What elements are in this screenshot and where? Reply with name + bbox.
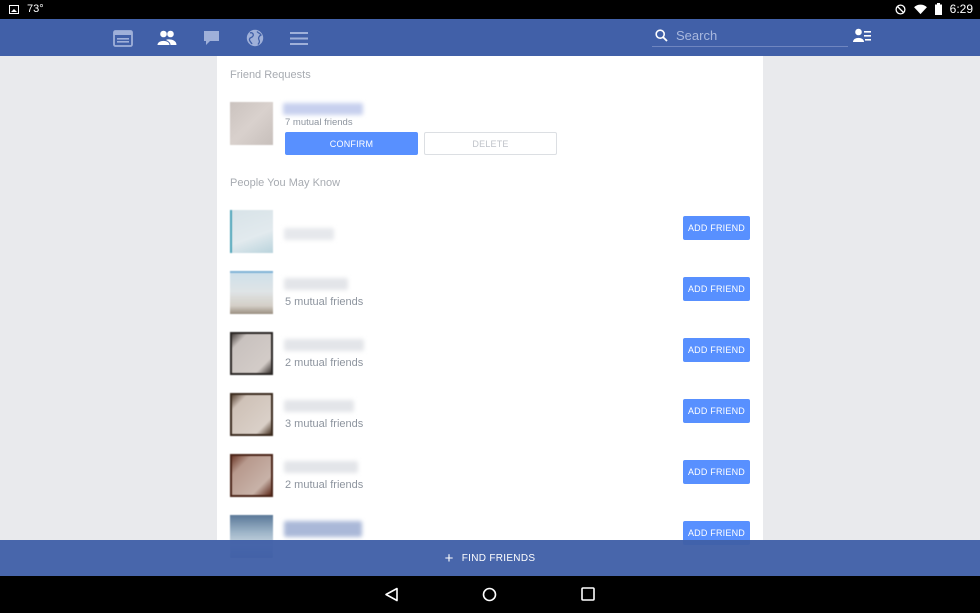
image-icon: [9, 4, 19, 14]
temperature: 73°: [27, 3, 44, 15]
search-placeholder: Search: [676, 28, 718, 43]
add-friend-button[interactable]: ADD FRIEND: [683, 399, 750, 423]
find-friends-button[interactable]: + FIND FRIENDS: [0, 540, 980, 576]
top-nav-bar: Search: [0, 19, 980, 56]
friends-icon[interactable]: [156, 27, 178, 49]
status-bar: 73° 6:29: [0, 0, 980, 19]
friend-requests-icon[interactable]: [853, 28, 871, 48]
avatar[interactable]: [230, 454, 273, 497]
news-feed-icon[interactable]: [112, 27, 134, 49]
list-item: 3 mutual friends ADD FRIEND: [217, 390, 763, 440]
avatar[interactable]: [230, 271, 273, 314]
friends-panel: Friend Requests 7 mutual friends CONFIRM…: [217, 56, 763, 576]
friend-requests-heading: Friend Requests: [230, 69, 311, 81]
wifi-icon: [913, 4, 927, 14]
people-you-may-know-heading: People You May Know: [230, 177, 341, 189]
battery-icon: [934, 3, 942, 15]
person-name[interactable]: [284, 278, 348, 290]
list-item: 2 mutual friends ADD FRIEND: [217, 451, 763, 501]
person-name[interactable]: [284, 228, 334, 240]
avatar[interactable]: [230, 210, 273, 253]
search-input[interactable]: Search: [652, 25, 848, 47]
person-name[interactable]: [284, 400, 354, 412]
search-icon: [655, 29, 668, 42]
avatar[interactable]: [230, 102, 273, 145]
avatar[interactable]: [230, 332, 273, 375]
back-icon[interactable]: [384, 587, 399, 602]
home-icon[interactable]: [482, 587, 497, 602]
clock: 6:29: [949, 2, 973, 16]
person-name[interactable]: [284, 339, 364, 351]
mutual-friends-count: 7 mutual friends: [285, 117, 353, 128]
mutual-friends-count: 2 mutual friends: [285, 357, 364, 369]
mutual-friends-count: 3 mutual friends: [285, 418, 364, 430]
find-friends-label: FIND FRIENDS: [461, 552, 536, 564]
add-friend-button[interactable]: ADD FRIEND: [683, 460, 750, 484]
list-item: 5 mutual friends ADD FRIEND: [217, 268, 763, 318]
add-friend-button[interactable]: ADD FRIEND: [683, 338, 750, 362]
recents-icon[interactable]: [581, 587, 595, 601]
person-name[interactable]: [284, 461, 358, 473]
plus-icon: +: [444, 549, 454, 567]
menu-icon[interactable]: [288, 27, 310, 49]
person-name[interactable]: [284, 521, 362, 537]
confirm-button[interactable]: CONFIRM: [285, 132, 418, 155]
add-friend-button[interactable]: ADD FRIEND: [683, 277, 750, 301]
android-nav-bar: [0, 576, 980, 613]
mutual-friends-count: 5 mutual friends: [285, 296, 364, 308]
list-item: 2 mutual friends ADD FRIEND: [217, 329, 763, 379]
delete-button[interactable]: DELETE: [424, 132, 557, 155]
mutual-friends-count: 2 mutual friends: [285, 479, 364, 491]
do-not-disturb-icon: [895, 3, 906, 15]
add-friend-button[interactable]: ADD FRIEND: [683, 216, 750, 240]
messages-icon[interactable]: [200, 27, 222, 49]
avatar[interactable]: [230, 393, 273, 436]
requester-name[interactable]: [283, 103, 363, 115]
globe-icon[interactable]: [244, 27, 266, 49]
list-item: ADD FRIEND: [217, 207, 763, 257]
